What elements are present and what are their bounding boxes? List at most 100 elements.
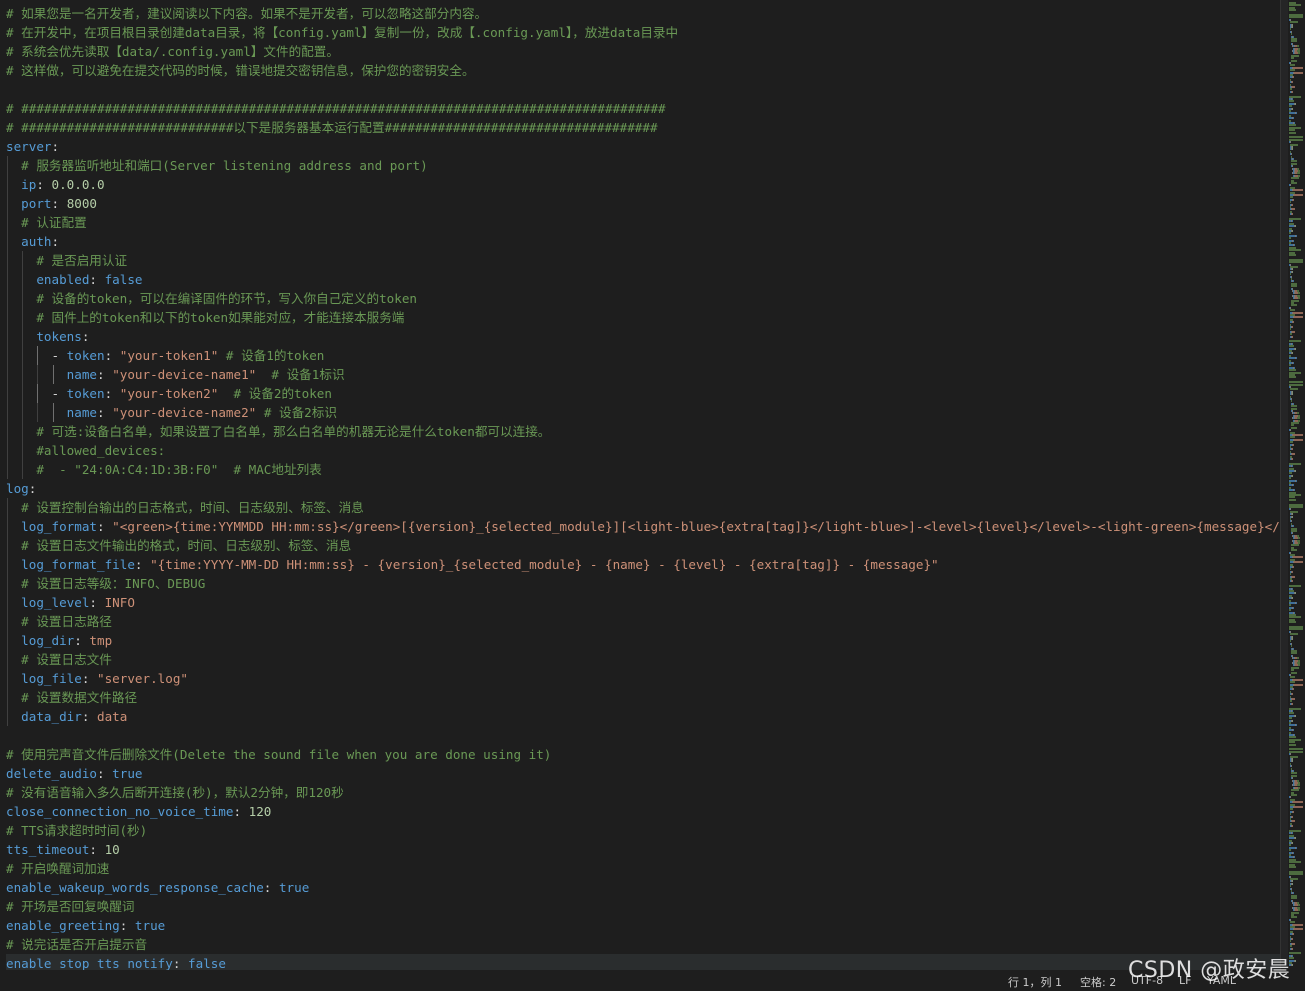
indentation	[6, 595, 21, 610]
code-line[interactable]: # 设置日志文件输出的格式，时间、日志级别、标签、消息	[6, 536, 1280, 555]
code-line[interactable]: data_dir: data	[6, 707, 1280, 726]
code-line[interactable]: log_format_file: "{time:YYYY-MM-DD HH:mm…	[6, 555, 1280, 574]
code-line[interactable]: log_format: "<green>{time:YYMMDD HH:mm:s…	[6, 517, 1280, 536]
indent-guide	[7, 175, 8, 194]
code-line[interactable]: # 说完话是否开启提示音	[6, 935, 1280, 954]
csdn-watermark: CSDN @政安晨	[1128, 958, 1291, 983]
code-line[interactable]: ip: 0.0.0.0	[6, 175, 1280, 194]
code-line[interactable]: # ############################以下是服务器基本运行…	[6, 118, 1280, 137]
code-line[interactable]: # 如果您是一名开发者，建议阅读以下内容。如果不是开发者，可以忽略这部分内容。	[6, 4, 1280, 23]
code-line[interactable]	[6, 80, 1280, 99]
indentation	[6, 291, 36, 306]
indentation-indicator[interactable]: 空格: 2	[1080, 974, 1116, 990]
minimap-token	[1291, 842, 1293, 844]
code-line[interactable]: # 设置控制台输出的日志格式，时间、日志级别、标签、消息	[6, 498, 1280, 517]
code-line[interactable]: log_dir: tmp	[6, 631, 1280, 650]
cursor-position-indicator[interactable]: 行 1，列 1	[1008, 974, 1062, 990]
indentation	[6, 158, 21, 173]
indent-guide	[22, 384, 24, 403]
minimap-token	[1292, 213, 1294, 216]
token-comment: # ############################以下是服务器基本运行…	[6, 120, 658, 135]
code-line[interactable]: # 开启唤醒词加速	[6, 859, 1280, 878]
minimap-token	[1296, 846, 1298, 849]
code-line[interactable]: # 服务器监听地址和端口(Server listening address an…	[6, 156, 1280, 175]
minimap-token	[1292, 820, 1295, 823]
minimap-token	[1292, 326, 1294, 328]
code-line[interactable]: name: "your-device-name2" # 设备2标识	[6, 403, 1280, 422]
code-line[interactable]: #allowed_devices:	[6, 441, 1280, 460]
indentation	[6, 557, 21, 572]
code-line[interactable]: auth:	[6, 232, 1280, 251]
minimap[interactable]	[1288, 0, 1305, 970]
code-line[interactable]: enable_stop_tts_notify: false	[6, 954, 1280, 970]
code-line[interactable]: # 没有语音输入多久后断开连接(秒)，默认2分钟，即120秒	[6, 783, 1280, 802]
code-line[interactable]: # - "24:0A:C4:1D:3B:F0" # MAC地址列表	[6, 460, 1280, 479]
code-line[interactable]: log_level: INFO	[6, 593, 1280, 612]
indentation	[6, 690, 21, 705]
indent-guide	[7, 650, 8, 669]
code-line[interactable]: enable_greeting: true	[6, 916, 1280, 935]
code-line[interactable]: # 可选:设备白名单，如果设置了白名单，那么白名单的机器无论是什么token都可…	[6, 422, 1280, 441]
code-line[interactable]: # 在开发中，在项目根目录创建data目录，将【config.yaml】复制一份…	[6, 23, 1280, 42]
token-key: close_connection_no_voice_time	[6, 804, 234, 819]
token-num: 10	[104, 842, 120, 857]
indent-guide	[37, 346, 39, 365]
code-line[interactable]: delete_audio: true	[6, 764, 1280, 783]
token-punct: :	[74, 633, 90, 648]
token-str: "your-device-name2"	[112, 405, 257, 420]
code-line[interactable]: close_connection_no_voice_time: 120	[6, 802, 1280, 821]
minimap-token	[1292, 566, 1294, 568]
code-line[interactable]: # 设备的token，可以在编译固件的环节，写入你自己定义的token	[6, 289, 1280, 308]
token-comment: # 设备2的token	[218, 386, 332, 401]
minimap-token	[1295, 347, 1297, 350]
minimap-token	[1292, 575, 1295, 578]
code-line[interactable]: # 这样做，可以避免在提交代码的时候，错误地提交密钥信息，保护您的密钥安全。	[6, 61, 1280, 80]
token-comment: # 设备2标识	[256, 405, 337, 420]
indentation	[6, 348, 52, 363]
minimap-token	[1289, 866, 1296, 868]
code-line[interactable]: log_file: "server.log"	[6, 669, 1280, 688]
indent-guide	[7, 270, 8, 289]
minimap-token	[1293, 316, 1303, 319]
minimap-token	[1291, 916, 1298, 919]
indent-guide	[7, 631, 8, 650]
token-key: log_format_file	[21, 557, 135, 572]
minimap-token	[1291, 719, 1293, 722]
code-line[interactable]: - token: "your-token2" # 设备2的token	[6, 384, 1280, 403]
code-line[interactable]: log:	[6, 479, 1280, 498]
indent-guide	[7, 574, 8, 593]
code-line[interactable]: # 开场是否回复唤醒词	[6, 897, 1280, 916]
code-line[interactable]: # 是否启用认证	[6, 251, 1280, 270]
code-line[interactable]: # 设置日志等级：INFO、DEBUG	[6, 574, 1280, 593]
code-editor[interactable]: # 如果您是一名开发者，建议阅读以下内容。如果不是开发者，可以忽略这部分内容。 #…	[0, 0, 1280, 970]
minimap-token	[1293, 194, 1303, 196]
code-line[interactable]: enabled: false	[6, 270, 1280, 289]
token-key: server	[6, 139, 52, 154]
code-line[interactable]: # 使用完声音文件后删除文件(Delete the sound file whe…	[6, 745, 1280, 764]
code-line[interactable]: # TTS请求超时时间(秒)	[6, 821, 1280, 840]
code-line[interactable]: tts_timeout: 10	[6, 840, 1280, 859]
code-line[interactable]: # 设置日志文件	[6, 650, 1280, 669]
code-line[interactable]: # 固件上的token和以下的token如果能对应，才能连接本服务端	[6, 308, 1280, 327]
minimap-token	[1292, 321, 1294, 324]
code-line[interactable]: port: 8000	[6, 194, 1280, 213]
code-line[interactable]: # ######################################…	[6, 99, 1280, 118]
minimap-token	[1296, 479, 1298, 482]
code-line[interactable]: # 设置日志路径	[6, 612, 1280, 631]
code-line[interactable]	[6, 726, 1280, 745]
code-line[interactable]: enable_wakeup_words_response_cache: true	[6, 878, 1280, 897]
code-line[interactable]: # 系统会优先读取【data/.config.yaml】文件的配置。	[6, 42, 1280, 61]
code-line[interactable]: server:	[6, 137, 1280, 156]
minimap-token	[1291, 230, 1293, 232]
token-punct: :	[97, 766, 113, 781]
code-line[interactable]: # 设置数据文件路径	[6, 688, 1280, 707]
code-line[interactable]: tokens:	[6, 327, 1280, 346]
indentation	[6, 671, 21, 686]
indent-guide	[7, 707, 8, 726]
minimap-token	[1292, 638, 1293, 640]
code-line[interactable]: name: "your-device-name1" # 设备1标识	[6, 365, 1280, 384]
code-line[interactable]: - token: "your-token1" # 设备1的token	[6, 346, 1280, 365]
code-line[interactable]: # 认证配置	[6, 213, 1280, 232]
token-comment: # 设置数据文件路径	[21, 690, 138, 705]
minimap-token	[1292, 702, 1294, 705]
